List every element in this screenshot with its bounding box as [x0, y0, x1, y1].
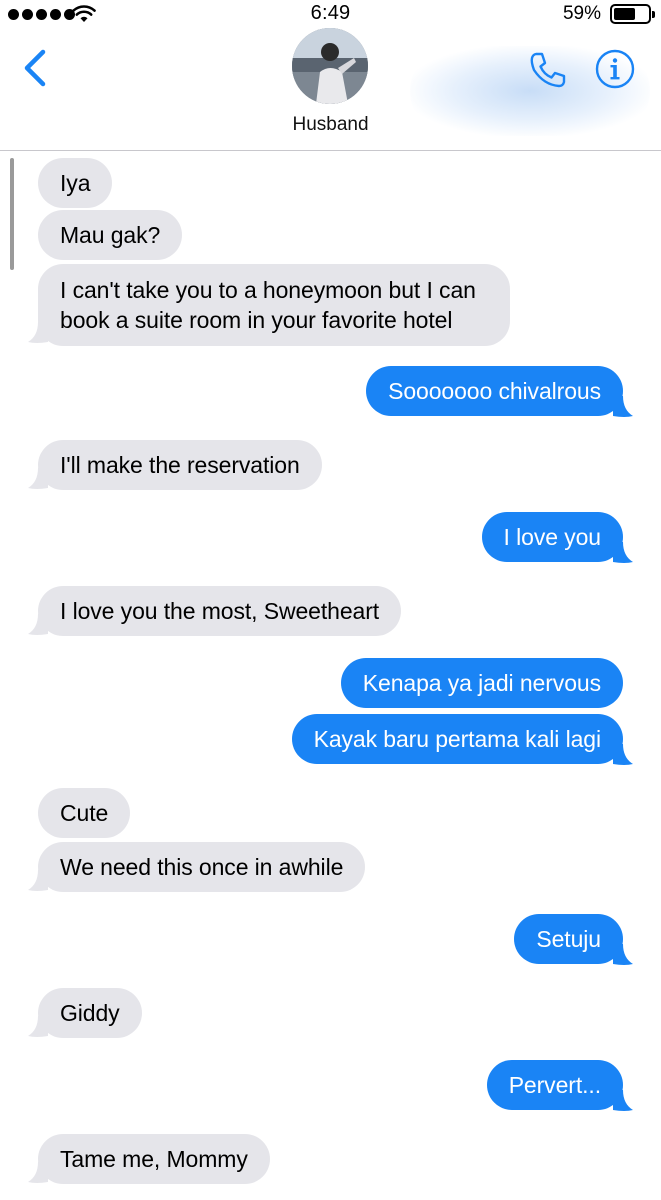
bubble-tail — [613, 396, 633, 417]
bubble-tail — [613, 744, 633, 765]
message-bubble-outgoing[interactable]: Setuju — [514, 914, 623, 964]
bubble-tail — [613, 1090, 633, 1111]
message-bubble-incoming[interactable]: Mau gak? — [38, 210, 183, 260]
bubble-tail — [28, 1162, 48, 1183]
message-bubble-outgoing[interactable]: I love you — [481, 512, 623, 562]
message-thread: Iya Mau gak? I can't take you to a honey… — [0, 0, 661, 1200]
bubble-tail — [613, 944, 633, 965]
bubble-tail — [28, 614, 48, 635]
bubble-tail — [613, 542, 633, 563]
message-bubble-outgoing[interactable]: Kenapa ya jadi nervous — [340, 658, 623, 708]
message-bubble-incoming[interactable]: Cute — [38, 788, 131, 838]
bubble-tail — [28, 870, 48, 891]
message-bubble-incoming[interactable]: Giddy — [38, 988, 142, 1038]
bubble-tail — [28, 1016, 48, 1037]
message-bubble-outgoing[interactable]: Sooooooo chivalrous — [366, 366, 623, 416]
message-bubble-incoming[interactable]: I'll make the reservation — [38, 440, 322, 490]
bubble-tail — [28, 322, 48, 343]
bubble-tail — [28, 468, 48, 489]
message-bubble-outgoing[interactable]: Pervert... — [486, 1060, 623, 1110]
message-bubble-incoming[interactable]: Iya — [38, 158, 113, 208]
message-bubble-outgoing[interactable]: Kayak baru pertama kali lagi — [291, 714, 623, 764]
message-bubble-incoming[interactable]: I love you the most, Sweetheart — [38, 586, 402, 636]
message-bubble-incoming[interactable]: Tame me, Mommy — [38, 1134, 270, 1184]
message-bubble-incoming[interactable]: We need this once in awhile — [38, 842, 366, 892]
message-bubble-incoming[interactable]: I can't take you to a honeymoon but I ca… — [38, 264, 510, 346]
